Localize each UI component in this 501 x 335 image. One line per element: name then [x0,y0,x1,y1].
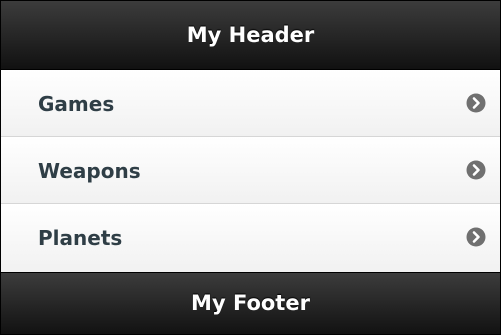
list-item-label: Games [38,92,115,116]
list-item-weapons[interactable]: Weapons [1,137,500,204]
chevron-right-icon [466,160,486,180]
mobile-page: My Header Games Weapons Planets My Foote… [0,0,501,335]
list-item-games[interactable]: Games [1,70,500,137]
nav-list: Games Weapons Planets [1,70,500,272]
page-header: My Header [1,1,500,70]
chevron-right-icon [466,227,486,247]
header-title: My Header [186,23,315,47]
list-item-label: Planets [38,226,123,250]
chevron-right-icon [466,93,486,113]
footer-title: My Footer [191,291,310,315]
page-footer: My Footer [1,272,500,334]
list-item-label: Weapons [38,159,141,183]
list-item-planets[interactable]: Planets [1,204,500,272]
